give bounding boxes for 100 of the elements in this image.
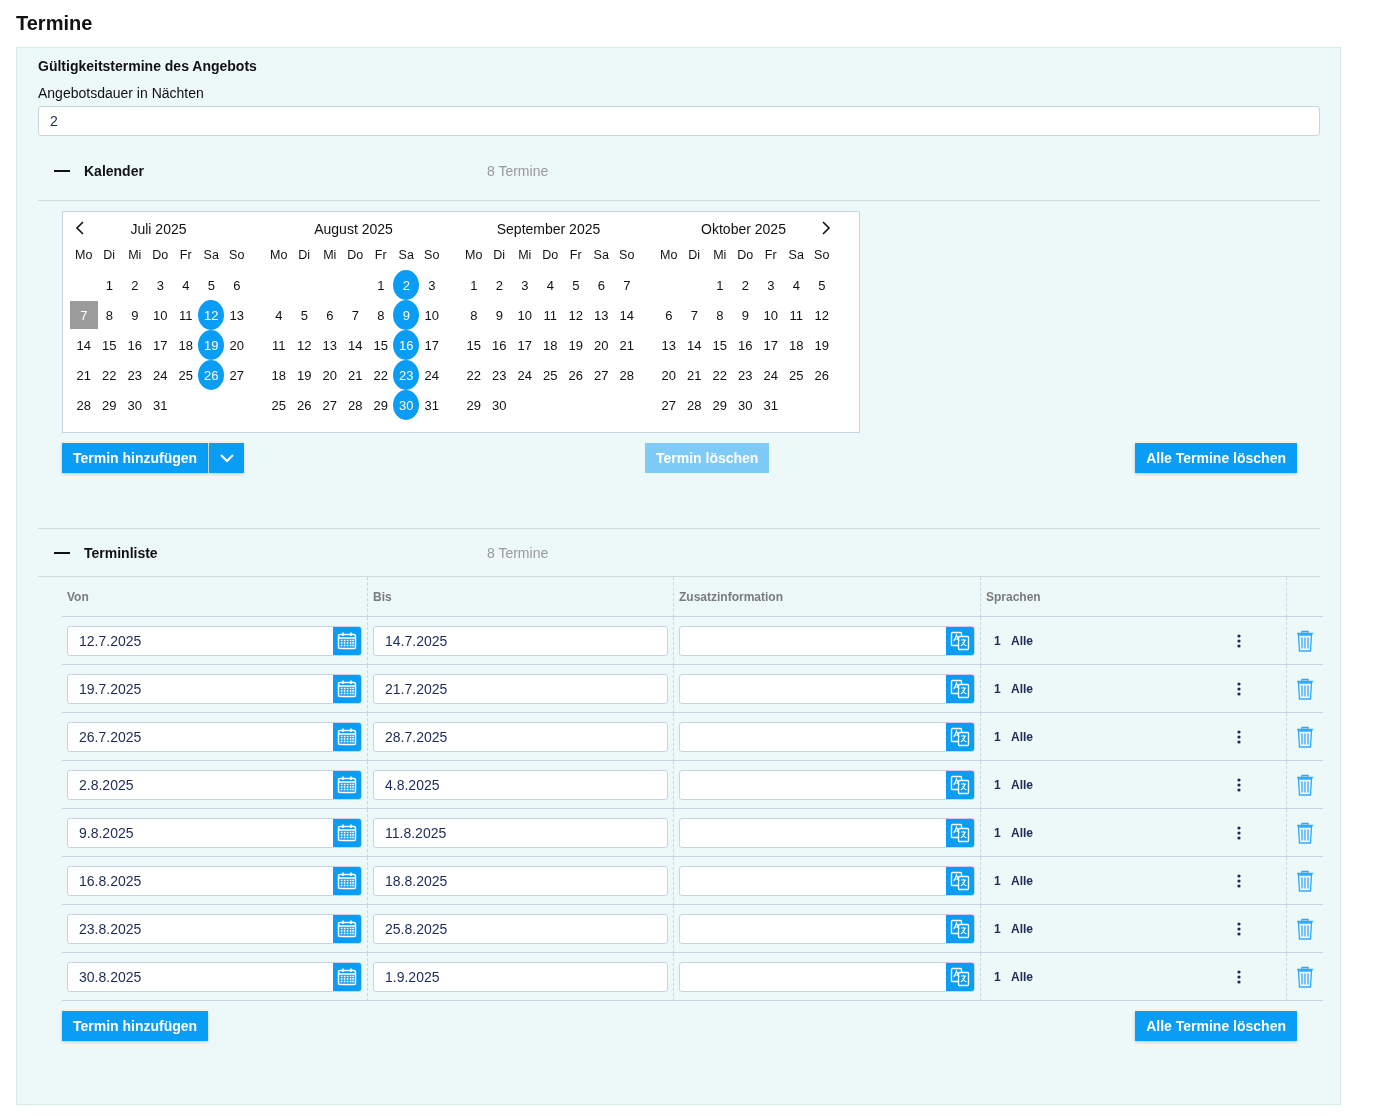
calendar-day[interactable]: 27 <box>223 362 250 388</box>
more-icon[interactable] <box>1237 633 1241 648</box>
calendar-icon[interactable] <box>333 674 361 703</box>
calendar-icon[interactable] <box>333 866 361 895</box>
translate-icon[interactable] <box>946 626 974 655</box>
input-field[interactable] <box>679 817 975 848</box>
date-field[interactable]: 9.8.2025 <box>67 817 362 848</box>
calendar-day[interactable]: 5 <box>198 272 225 298</box>
calendar-icon[interactable] <box>333 962 361 991</box>
more-icon[interactable] <box>1237 921 1241 936</box>
calendar-day[interactable]: 24 <box>418 362 445 388</box>
delete-icon[interactable] <box>1296 629 1314 652</box>
calendar-day[interactable]: 21 <box>70 362 97 388</box>
calendar-day[interactable]: 25 <box>537 362 564 388</box>
calendar-day[interactable]: 30 <box>486 392 513 418</box>
calendar-day[interactable]: 6 <box>223 272 250 298</box>
date-field[interactable]: 30.8.2025 <box>67 961 362 992</box>
calendar-day[interactable]: 15 <box>706 332 733 358</box>
calendar-day[interactable]: 13 <box>655 332 682 358</box>
calendar-day[interactable]: 24 <box>757 362 784 388</box>
calendar-day[interactable]: 2 <box>486 272 513 298</box>
calendar-day[interactable]: 30 <box>732 392 759 418</box>
calendar-day[interactable]: 20 <box>316 362 343 388</box>
calendar-day[interactable]: 17 <box>418 332 445 358</box>
calendar-icon[interactable] <box>333 722 361 751</box>
calendar-day[interactable]: 4 <box>265 302 292 328</box>
calendar-day[interactable]: 4 <box>537 272 564 298</box>
calendar-day[interactable]: 10 <box>418 302 445 328</box>
date-field[interactable]: 18.8.2025 <box>373 865 668 896</box>
date-field[interactable]: 19.7.2025 <box>67 673 362 704</box>
date-field[interactable]: 28.7.2025 <box>373 721 668 752</box>
calendar-day[interactable]: 5 <box>562 272 589 298</box>
calendar-day[interactable]: 7 <box>613 272 640 298</box>
calendar-day[interactable]: 9 <box>732 302 759 328</box>
delete-icon[interactable] <box>1296 869 1314 892</box>
calendar-day[interactable]: 10 <box>511 302 538 328</box>
calendar-day[interactable]: 23 <box>486 362 513 388</box>
calendar-day[interactable]: 11 <box>265 332 292 358</box>
calendar-day[interactable]: 14 <box>70 332 97 358</box>
translate-icon[interactable] <box>946 914 974 943</box>
calendar-day[interactable]: 28 <box>342 392 369 418</box>
more-icon[interactable] <box>1237 873 1241 888</box>
calendar-day[interactable]: 20 <box>588 332 615 358</box>
calendar-day[interactable]: 22 <box>96 362 123 388</box>
more-icon[interactable] <box>1237 729 1241 744</box>
calendar-day[interactable]: 17 <box>511 332 538 358</box>
calendar-day[interactable]: 12 <box>808 302 835 328</box>
calendar-day[interactable]: 3 <box>511 272 538 298</box>
input-field[interactable] <box>679 721 975 752</box>
calendar-day[interactable]: 8 <box>460 302 487 328</box>
calendar-day[interactable]: 27 <box>316 392 343 418</box>
calendar-day[interactable]: 11 <box>172 302 199 328</box>
calendar-day[interactable]: 26 <box>291 392 318 418</box>
calendar-day[interactable]: 13 <box>223 302 250 328</box>
calendar-day[interactable]: 2 <box>121 272 148 298</box>
dropdown-button[interactable] <box>209 443 245 473</box>
calendar-day[interactable]: 9 <box>121 302 148 328</box>
calendar-day[interactable]: 21 <box>681 362 708 388</box>
calendar-day[interactable]: 11 <box>783 302 810 328</box>
chevron-right-icon[interactable] <box>821 221 831 235</box>
calendar-day[interactable]: 23 <box>732 362 759 388</box>
calendar-day[interactable]: 22 <box>706 362 733 388</box>
calendar-icon[interactable] <box>333 818 361 847</box>
calendar-day[interactable]: 18 <box>783 332 810 358</box>
calendar-day[interactable]: 28 <box>613 362 640 388</box>
calendar-day[interactable]: 14 <box>681 332 708 358</box>
translate-icon[interactable] <box>946 962 974 991</box>
calendar-day[interactable]: 15 <box>96 332 123 358</box>
date-field[interactable]: 12.7.2025 <box>67 625 362 656</box>
calendar-day[interactable]: 6 <box>316 302 343 328</box>
translate-icon[interactable] <box>946 818 974 847</box>
date-field[interactable]: 26.7.2025 <box>67 721 362 752</box>
calendar-icon[interactable] <box>333 914 361 943</box>
calendar-day[interactable]: 29 <box>460 392 487 418</box>
calendar-day[interactable]: 3 <box>757 272 784 298</box>
calendar-day[interactable]: 19 <box>562 332 589 358</box>
calendar-day[interactable]: 18 <box>537 332 564 358</box>
translate-icon[interactable] <box>946 770 974 799</box>
calendar-day[interactable]: 1 <box>96 272 123 298</box>
calendar-day[interactable]: 1 <box>460 272 487 298</box>
calendar-day[interactable]: 31 <box>147 392 174 418</box>
calendar-day[interactable]: 25 <box>783 362 810 388</box>
date-field[interactable]: 1.9.2025 <box>373 961 668 992</box>
calendar-day[interactable]: 1 <box>706 272 733 298</box>
calendar-day[interactable]: 4 <box>172 272 199 298</box>
calendar-day[interactable]: 28 <box>70 392 97 418</box>
translate-icon[interactable] <box>946 722 974 751</box>
input-field[interactable] <box>679 625 975 656</box>
calendar-day[interactable]: 1 <box>367 272 394 298</box>
translate-icon[interactable] <box>946 866 974 895</box>
calendar-day[interactable]: 8 <box>96 302 123 328</box>
input-field[interactable] <box>679 865 975 896</box>
calendar-day[interactable]: 8 <box>706 302 733 328</box>
more-icon[interactable] <box>1237 681 1241 696</box>
calendar-day[interactable]: 8 <box>367 302 394 328</box>
calendar-day[interactable]: 30 <box>121 392 148 418</box>
calendar-day[interactable]: 24 <box>511 362 538 388</box>
date-field[interactable]: 25.8.2025 <box>373 913 668 944</box>
calendar-day[interactable]: 23 <box>121 362 148 388</box>
calendar-day[interactable]: 17 <box>147 332 174 358</box>
